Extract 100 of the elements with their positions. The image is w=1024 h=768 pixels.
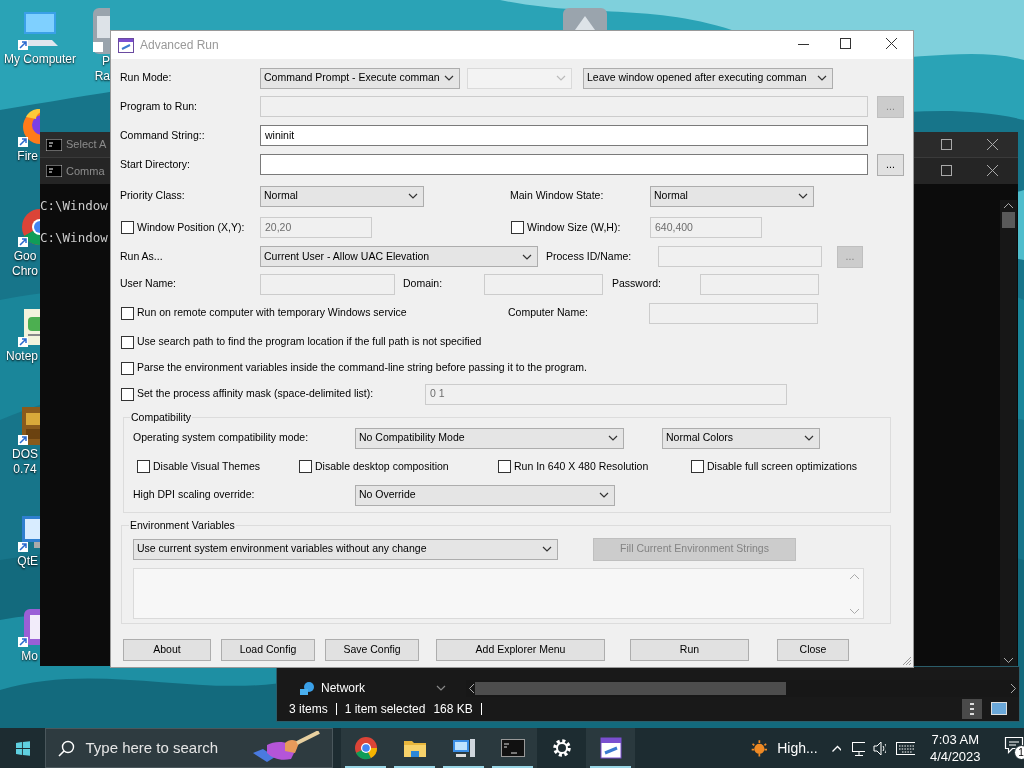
checkbox[interactable]: Parse the environment variables inside the command-line string before passing it to the program. [121,360,821,376]
icon-label: Notep [5,349,38,364]
caret-up-icon[interactable] [831,744,841,752]
dropdown[interactable]: Current User - Allow UAC Elevation [260,246,538,267]
scrollbar[interactable] [1000,200,1017,666]
search-icon [58,739,76,757]
icon-label: DOS [12,447,38,462]
field-label: Start Directory: [120,156,191,172]
dropdown[interactable]: Command Prompt - Execute comman [260,67,460,89]
field-label: Priority Class: [120,188,186,204]
chevron-down-icon [444,75,454,81]
terminal-icon [46,165,62,177]
network-icon[interactable] [851,740,865,756]
field-label: Computer Name: [508,305,589,321]
button[interactable]: Close [777,639,849,661]
maximize-icon[interactable] [941,139,952,150]
checkbox[interactable]: Disable desktop composition [299,458,498,475]
field-label: Operating system compatibility mode: [133,430,310,446]
scroll-down-icon[interactable] [1004,658,1013,663]
notification-icon[interactable] [1003,736,1024,754]
close-icon[interactable] [886,38,897,49]
chevron-down-icon [817,75,827,81]
windows-start-icon[interactable] [16,739,31,757]
dropdown[interactable]: Normal Colors [662,427,820,449]
button[interactable]: Load Config [221,639,315,661]
weather-text[interactable]: High... [777,737,818,759]
button[interactable]: ... [877,153,904,176]
text-field[interactable] [260,154,868,175]
status-text: 1 item selected [344,701,426,718]
chevron-down-icon [408,193,418,199]
chevron-down-icon [435,685,446,691]
field-label: User Name: [120,276,177,292]
scroll-right-icon[interactable] [1011,683,1016,693]
icon-label: QtE [17,554,38,569]
checkbox[interactable]: Disable Visual Themes [137,458,299,475]
nav-item[interactable]: Network [299,679,446,697]
scroll-up-icon[interactable] [1004,203,1013,208]
icon-label: My Computer [4,52,76,67]
checkbox[interactable]: Run on remote computer with temporary Windows service [121,305,508,321]
scroll-thumb[interactable] [474,681,786,695]
button[interactable]: Add Explorer Menu [436,639,605,661]
clock-time[interactable]: 7:03 AM [931,731,980,748]
checkbox[interactable]: Set the process affinity mask (space-delimited list): [121,386,425,402]
text-field[interactable]: wininit [260,125,868,146]
search-field[interactable]: Type here to search [45,728,334,768]
status-text: 3 items [289,701,328,718]
group-title: Compatibility [130,410,193,426]
icon-label: Fire [17,149,38,164]
checkbox[interactable]: Run In 640 X 480 Resolution [498,458,691,475]
icon-label: P [102,54,110,69]
maximize-icon[interactable] [840,38,851,49]
dropdown[interactable]: Normal [260,185,424,207]
terminal-icon [46,138,62,151]
icon-label: Ra [94,69,110,84]
chevron-down-icon [608,435,618,441]
field-label: Process ID/Name: [546,248,633,264]
dropdown[interactable]: Use current system environment variables without any change [133,538,558,560]
console-line: C:\Window [40,230,108,246]
close-icon[interactable] [987,165,998,176]
thumbnail-view-icon[interactable] [991,702,1007,715]
button[interactable]: About [123,639,211,661]
taskbar-button[interactable] [341,728,391,768]
volume-icon[interactable] [872,740,887,756]
brush-drawing [251,731,322,764]
scroll-thumb[interactable] [1002,212,1015,228]
icon-label: 0.74 [13,462,37,477]
weather-icon[interactable] [750,737,770,759]
window-title: Advanced Run [140,37,219,54]
icon-label: Chro [12,264,38,279]
button[interactable]: Save Config [325,639,419,661]
maximize-icon[interactable] [941,165,952,176]
button[interactable]: Run [630,639,749,661]
dropdown[interactable]: No Override [355,484,615,506]
console-line: C:\Window [40,198,108,214]
resize-grip-icon[interactable] [901,655,912,666]
scroll-arrows-icon [850,574,859,614]
browser-icon [353,736,378,760]
close-icon[interactable] [987,139,998,150]
window-title: Select A [66,137,107,153]
network-icon [299,680,315,696]
computer-icon [451,736,476,760]
dropdown[interactable]: Normal [650,185,814,207]
dropdown[interactable]: Leave window opened after executing comman [583,67,833,89]
clock-date[interactable]: 4/4/2023 [929,748,981,765]
dropdown[interactable]: No Compatibility Mode [355,427,624,449]
field-label: Main Window State: [510,188,605,204]
taskbar-button[interactable] [488,728,538,768]
icon-label: Goo [13,249,37,264]
checkbox[interactable]: Disable full screen optimizations [691,458,871,475]
keyboard-icon[interactable] [896,741,915,755]
chevron-down-icon [599,492,609,498]
scroll-left-icon[interactable] [468,683,474,693]
taskbar-button[interactable] [586,728,636,768]
checkbox[interactable]: Use search path to find the program location if the full path is not specified [121,334,821,350]
field-label: Program to Run: [120,98,199,114]
field-label: Command String:: [120,127,206,143]
details-view-icon[interactable] [962,699,982,719]
notification-badge: 1 [1013,745,1024,760]
terminal-icon [500,736,525,760]
chevron-down-icon [556,75,566,81]
